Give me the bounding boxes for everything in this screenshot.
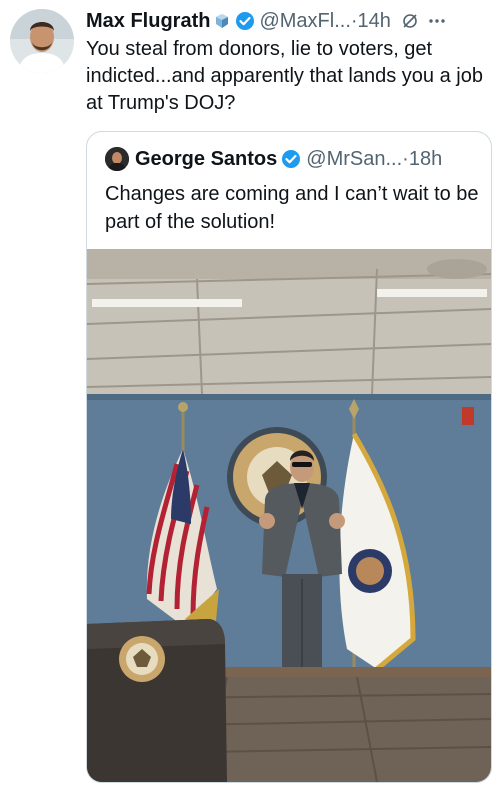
quoted-author-handle[interactable]: @MrSan... [306, 148, 402, 171]
quoted-author-avatar[interactable] [105, 147, 129, 171]
tweet-header: Max Flugrath @MaxFl... · 14h [86, 6, 492, 36]
grok-icon[interactable] [401, 12, 419, 30]
author-name[interactable]: Max Flugrath [86, 10, 210, 33]
attached-photo[interactable] [87, 249, 491, 782]
quoted-tweet-card[interactable]: George Santos @MrSan... · 18h Changes ar… [86, 131, 492, 783]
tweet-text: You steal from donors, lie to voters, ge… [86, 38, 483, 114]
dot-separator: · [402, 147, 409, 170]
quoted-tweet-header: George Santos @MrSan... · 18h [105, 144, 483, 174]
quoted-tweet-text: Changes are coming and I can’t wait to b… [105, 183, 479, 233]
verified-badge-icon [235, 11, 255, 31]
verified-badge-icon [281, 149, 301, 169]
author-avatar[interactable] [10, 9, 74, 73]
dot-separator: · [350, 9, 358, 32]
tweet-time[interactable]: 14h [358, 10, 391, 33]
quoted-tweet-time[interactable]: 18h [409, 148, 442, 171]
affiliate-badge-icon [213, 12, 231, 30]
author-handle[interactable]: @MaxFl... [259, 10, 350, 33]
quoted-author-name[interactable]: George Santos [135, 148, 277, 171]
more-icon[interactable] [427, 18, 447, 24]
